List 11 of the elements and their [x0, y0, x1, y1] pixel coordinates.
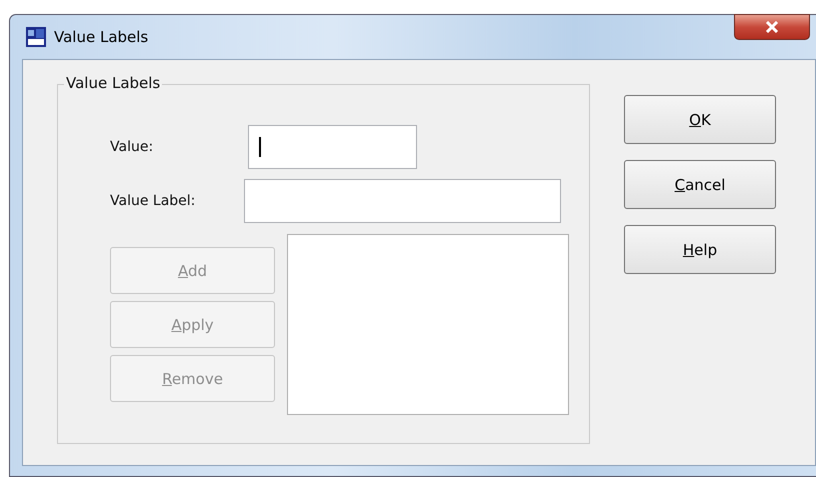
close-icon	[765, 21, 779, 33]
field-label: Value:	[110, 139, 154, 155]
field-label: Value Label:	[110, 193, 196, 209]
dialog-button[interactable]: OK	[624, 95, 776, 144]
dialog-button[interactable]: Help	[624, 225, 776, 274]
input-field[interactable]	[248, 125, 417, 169]
app-icon	[26, 27, 46, 47]
close-button[interactable]	[734, 14, 810, 40]
window-title: Value Labels	[54, 28, 148, 46]
dialog-button[interactable]: Cancel	[624, 160, 776, 209]
input-field[interactable]	[244, 179, 561, 223]
